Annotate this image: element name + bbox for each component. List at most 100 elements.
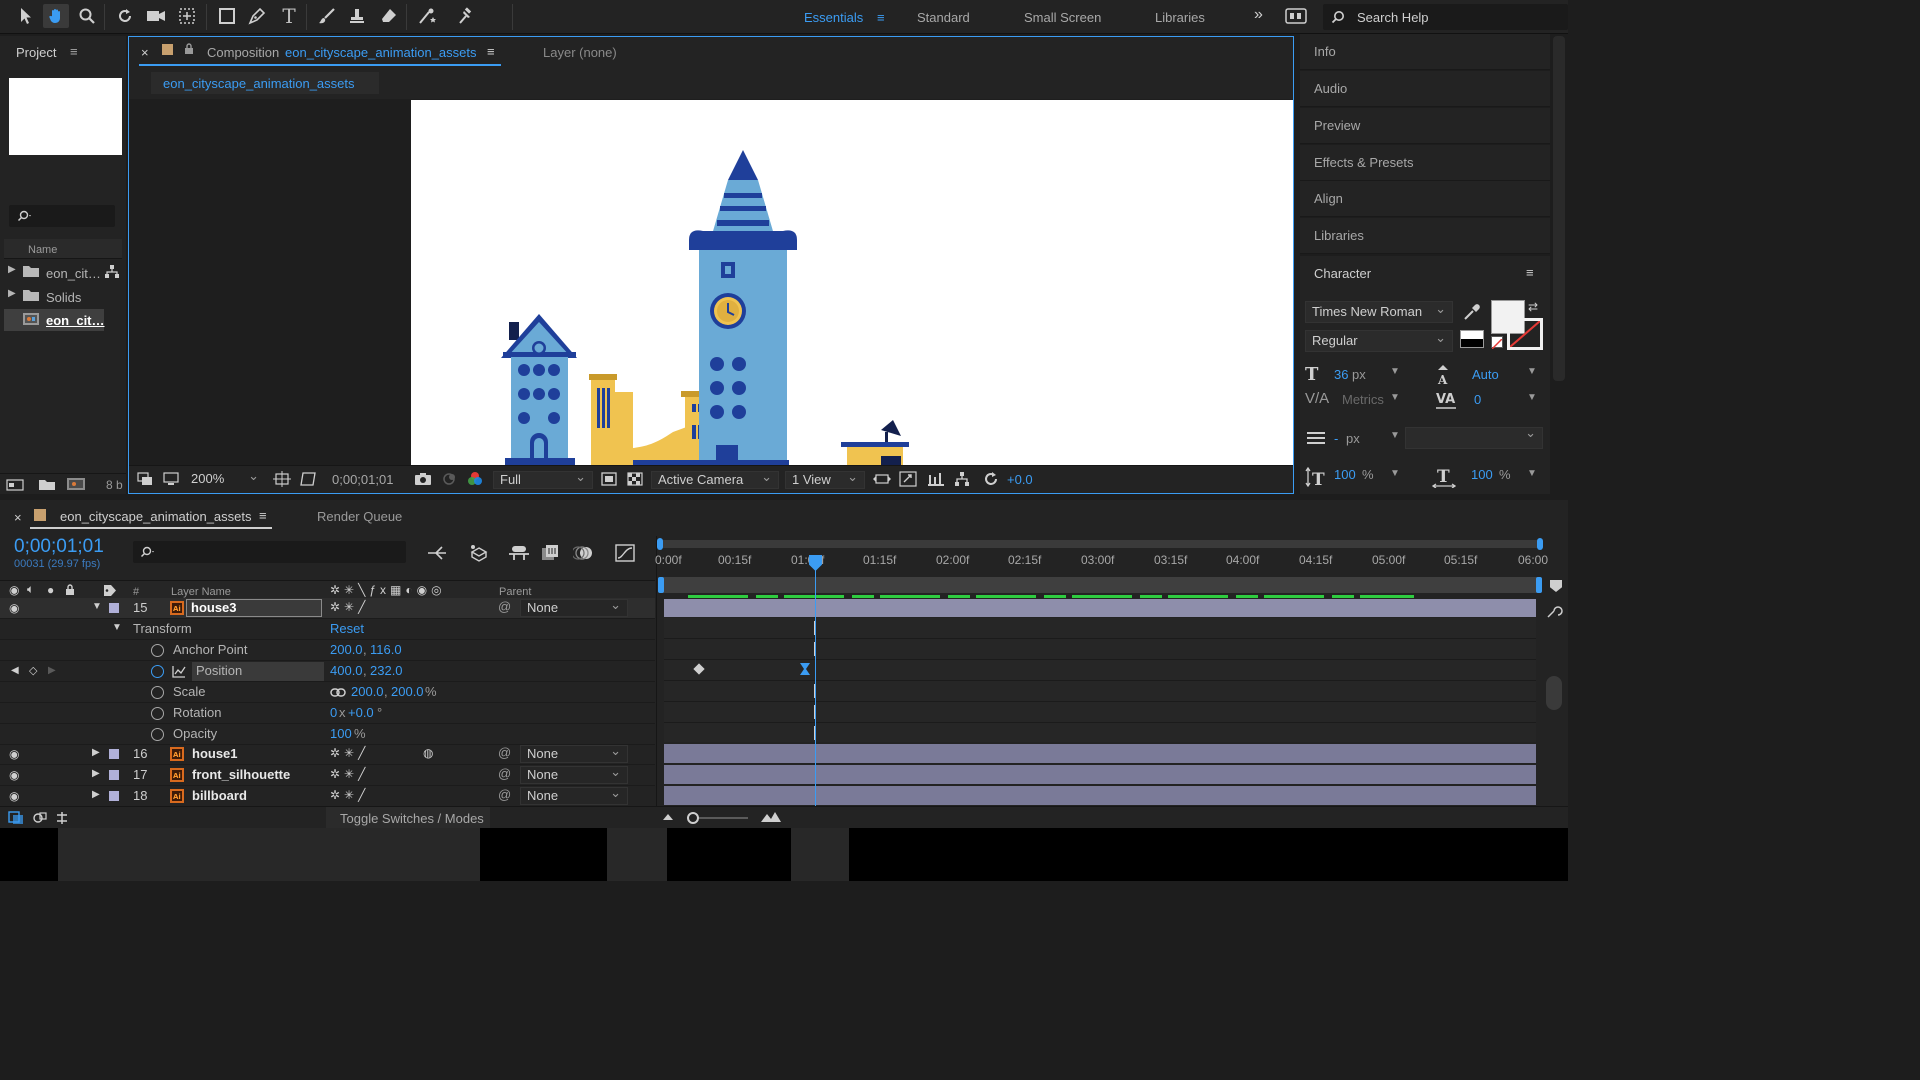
current-time-indicator[interactable]: [815, 556, 816, 806]
more-workspaces-icon[interactable]: »: [1254, 6, 1263, 24]
motion-blur-switch-icon[interactable]: ◍: [423, 746, 433, 760]
solo-header-icon[interactable]: ●: [47, 583, 54, 597]
work-area-end-handle[interactable]: [1536, 577, 1542, 593]
brush-tool-icon[interactable]: [314, 4, 340, 28]
graph-editor-icon[interactable]: [614, 543, 636, 563]
snapshot-camera-icon[interactable]: [414, 472, 432, 486]
timeline-label-swatch[interactable]: [34, 509, 46, 521]
project-item-solids[interactable]: ▶ Solids: [0, 286, 126, 308]
layer-name[interactable]: billboard: [192, 788, 247, 803]
font-size-arrow-icon[interactable]: ▼: [1390, 366, 1400, 377]
layer-visibility-icon[interactable]: ◉: [9, 747, 19, 761]
horizontal-scale-value[interactable]: 100: [1471, 467, 1493, 482]
rotation-degrees[interactable]: +0.0: [348, 705, 374, 720]
label-header-icon[interactable]: [103, 584, 117, 597]
in-out-duration-pane-icon[interactable]: [54, 810, 70, 826]
position-x[interactable]: 400.0: [330, 663, 363, 678]
swap-colors-icon[interactable]: ⇄: [1528, 300, 1538, 314]
render-queue-tab[interactable]: Render Queue: [317, 509, 402, 524]
toggle-switches-modes-button[interactable]: Toggle Switches / Modes: [326, 807, 490, 829]
layer-visibility-icon[interactable]: ◉: [9, 768, 19, 782]
position-label-highlight[interactable]: Position: [192, 662, 324, 681]
libraries-panel-tab[interactable]: Libraries: [1300, 218, 1550, 254]
rectangle-tool-icon[interactable]: [214, 4, 240, 28]
layer-switches[interactable]: ✲✳╱: [330, 746, 369, 760]
layer-label-color[interactable]: [109, 791, 119, 801]
monitor-icon[interactable]: [163, 472, 179, 486]
no-fill-swatch[interactable]: [1491, 336, 1503, 350]
sync-settings-icon[interactable]: [1285, 8, 1307, 27]
layer-row-front-silhouette[interactable]: ◉ ▶ 17 Ai front_silhouette ✲✳╱ @ None: [0, 764, 655, 786]
work-area-bar[interactable]: [658, 577, 1542, 593]
layer-name-column-header[interactable]: Layer Name: [171, 586, 231, 598]
eraser-tool-icon[interactable]: [376, 4, 402, 28]
layer-visibility-icon[interactable]: ◉: [9, 601, 19, 615]
transform-reset-link[interactable]: Reset: [330, 621, 364, 636]
preview-panel-tab[interactable]: Preview: [1300, 108, 1550, 144]
layer-switches[interactable]: ✲✳╱: [330, 767, 369, 781]
layer-label-color[interactable]: [109, 770, 119, 780]
layer-visibility-icon[interactable]: ◉: [9, 789, 19, 803]
font-style-dropdown[interactable]: Regular: [1305, 328, 1453, 352]
character-panel-title[interactable]: Character: [1314, 266, 1371, 281]
new-composition-icon[interactable]: [66, 477, 86, 491]
zoom-out-icon[interactable]: [662, 812, 674, 822]
time-ruler[interactable]: 0:00f 00:15f 01:00f 01:15f 02:00f 02:15f…: [655, 549, 1548, 576]
previous-keyframe-icon[interactable]: ◀: [11, 665, 19, 676]
draft-3d-icon[interactable]: [468, 543, 490, 563]
mask-visibility-icon[interactable]: [299, 471, 317, 487]
expand-arrow-icon[interactable]: ▶: [92, 747, 100, 758]
zoom-slider-track[interactable]: [687, 812, 748, 824]
search-help-input[interactable]: Search Help: [1323, 4, 1568, 30]
audio-panel-tab[interactable]: Audio: [1300, 71, 1550, 107]
comp-panel-menu-icon[interactable]: ≡: [487, 44, 495, 59]
number-column-header[interactable]: #: [133, 586, 139, 598]
stroke-color-swatch[interactable]: [1507, 318, 1543, 350]
workspace-libraries[interactable]: Libraries: [1155, 10, 1205, 25]
black-white-swatch[interactable]: [1460, 330, 1484, 348]
pan-behind-tool-icon[interactable]: [174, 4, 200, 28]
layer-name[interactable]: front_silhouette: [192, 767, 290, 782]
vertical-scale-arrow-icon[interactable]: ▼: [1390, 468, 1400, 479]
comp-canvas[interactable]: [411, 100, 1293, 465]
comp-flowchart-breadcrumb[interactable]: eon_cityscape_animation_assets: [151, 72, 379, 94]
motion-blur-icon[interactable]: [573, 543, 595, 563]
current-time-display[interactable]: 0;00;01;01: [332, 472, 393, 487]
font-size-value[interactable]: 36: [1334, 367, 1348, 382]
new-folder-icon[interactable]: [38, 478, 56, 491]
label-color-swatch[interactable]: [162, 44, 173, 55]
rotation-tool-icon[interactable]: [112, 4, 138, 28]
rotation-turns[interactable]: 0: [330, 705, 337, 720]
parent-dropdown[interactable]: None: [520, 597, 628, 617]
project-search-input[interactable]: [9, 205, 115, 227]
opacity-value[interactable]: 100: [330, 726, 352, 741]
pick-whip-icon[interactable]: @: [498, 745, 511, 760]
timeline-search-input[interactable]: [133, 541, 406, 563]
fast-previews-icon[interactable]: [899, 471, 917, 487]
stroke-width-value[interactable]: -: [1334, 431, 1338, 446]
timeline-vertical-scrollbar[interactable]: [1546, 676, 1562, 710]
zoom-in-icon[interactable]: [760, 811, 782, 823]
zoom-tool-icon[interactable]: [74, 4, 100, 28]
expand-arrow-icon[interactable]: ▶: [92, 789, 100, 800]
lock-header-icon[interactable]: [65, 584, 75, 596]
work-area-start-handle[interactable]: [658, 577, 664, 593]
hide-shy-layers-icon[interactable]: [508, 544, 530, 562]
layer-bar-billboard[interactable]: [664, 786, 1536, 805]
layer-label-color[interactable]: [109, 603, 119, 613]
timeline-menu-icon[interactable]: ≡: [259, 508, 267, 523]
layer-name-field[interactable]: house3: [186, 599, 322, 617]
frame-blending-icon[interactable]: [540, 543, 562, 563]
character-menu-icon[interactable]: ≡: [1526, 265, 1534, 280]
breadcrumb-comp-name[interactable]: eon_cityscape_animation_assets: [163, 76, 355, 91]
timeline-tab-name[interactable]: eon_cityscape_animation_assets: [60, 509, 252, 524]
comp-flowchart-icon[interactable]: [953, 471, 971, 487]
workspace-standard[interactable]: Standard: [917, 10, 970, 25]
transform-group-row[interactable]: ▼ Transform Reset: [0, 619, 655, 640]
clone-stamp-tool-icon[interactable]: [344, 4, 370, 28]
stopwatch-active-icon[interactable]: [151, 665, 164, 678]
collapse-arrow-icon[interactable]: ▼: [112, 622, 122, 633]
anchor-point-row[interactable]: Anchor Point 200.0 , 116.0: [0, 640, 655, 661]
selection-tool-icon[interactable]: [13, 4, 39, 28]
layer-bar-house3[interactable]: [664, 599, 1536, 617]
